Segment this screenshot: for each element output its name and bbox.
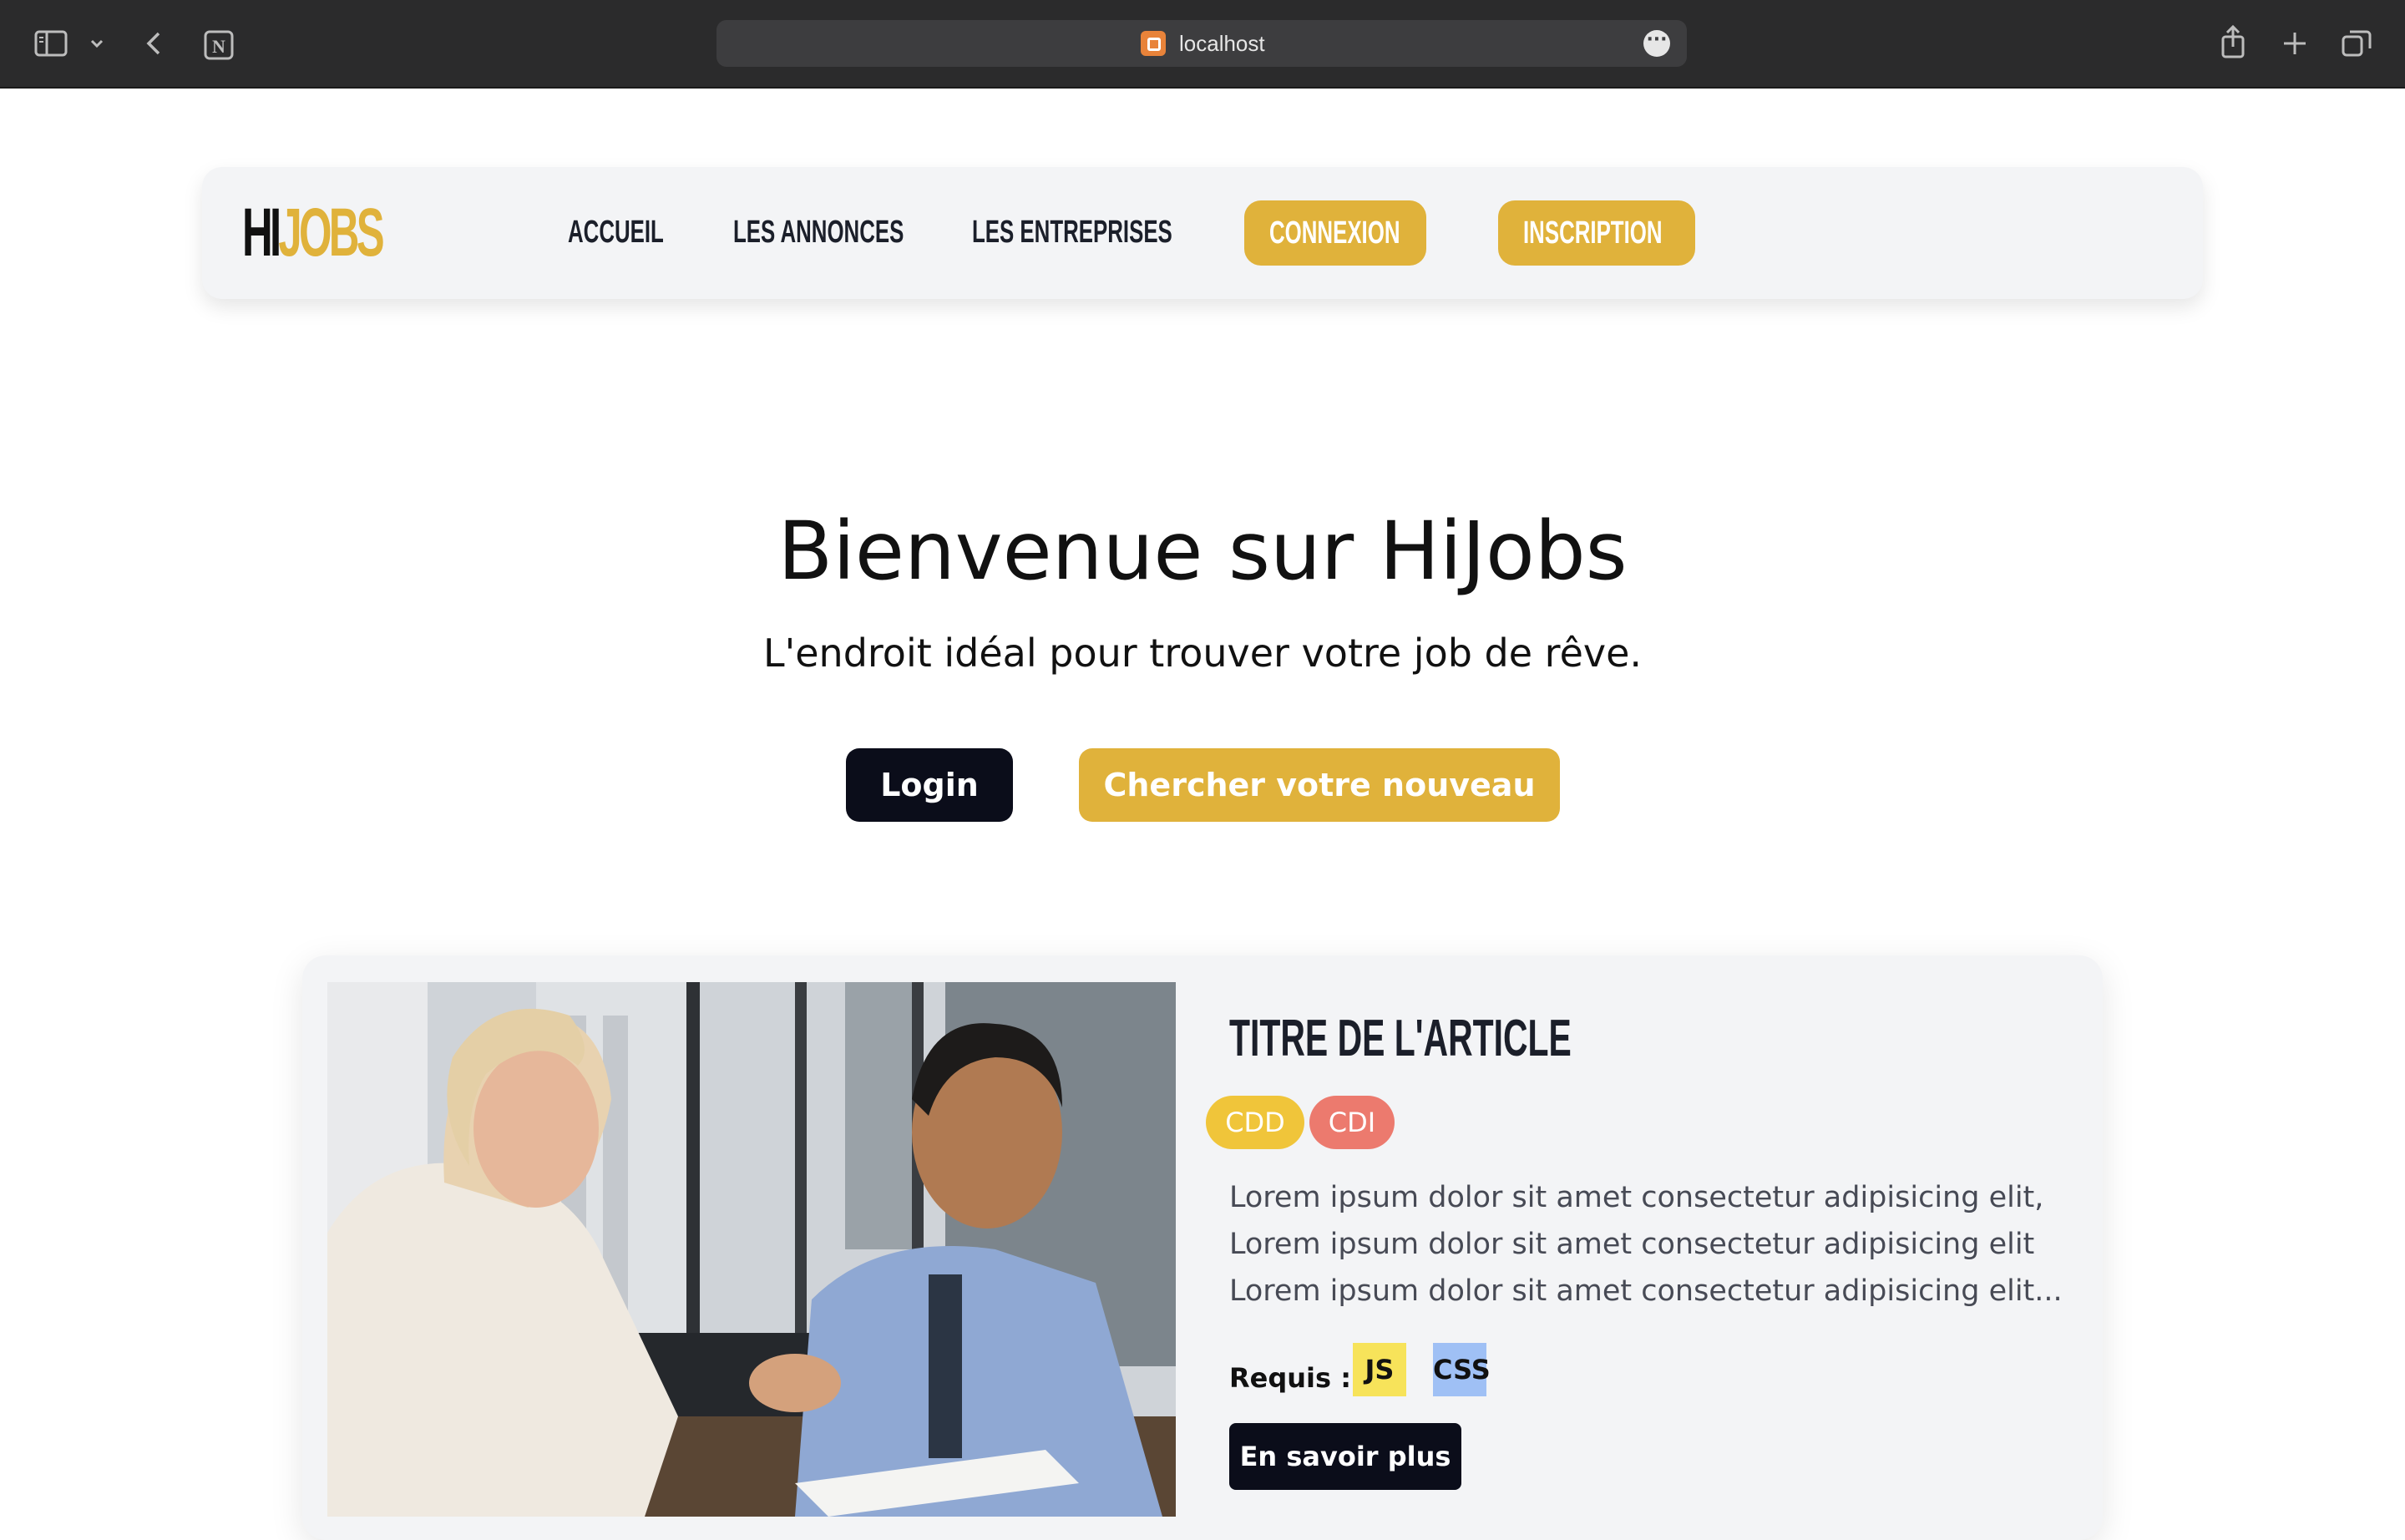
connexion-button[interactable]: CONNEXION (1244, 200, 1426, 266)
svg-text:N: N (212, 36, 225, 57)
inscription-button[interactable]: INSCRIPTION (1498, 200, 1695, 266)
new-tab-icon[interactable] (2280, 28, 2310, 58)
article-image (327, 982, 1176, 1517)
hero-title: Bienvenue sur HiJobs (777, 504, 1628, 598)
skill-badge-js: JS (1353, 1343, 1406, 1396)
login-button[interactable]: Login (846, 748, 1013, 822)
browser-toolbar: N localhost ··· (0, 0, 2405, 89)
article-card: TITRE DE L'ARTICLE CDD CDI Lorem ipsum d… (302, 955, 2103, 1540)
url-text: localhost (1179, 31, 1265, 56)
nav-link-entreprises[interactable]: LES ENTREPRISES (972, 210, 1172, 254)
requirements-label: Requis : (1229, 1362, 1351, 1394)
connexion-label: CONNEXION (1269, 215, 1400, 251)
skill-badge-css: CSS (1433, 1343, 1491, 1396)
tag-cdd: CDD (1206, 1096, 1304, 1149)
nav-link-accueil[interactable]: ACCUEIL (568, 210, 664, 254)
site-logo[interactable]: HIJOBS (242, 195, 385, 271)
share-icon[interactable] (2218, 23, 2248, 58)
sidebar-toggle-icon[interactable] (33, 28, 70, 58)
site-navbar: HIJOBS ACCUEIL LES ANNONCES LES ENTREPRI… (202, 167, 2203, 299)
back-icon[interactable] (142, 28, 165, 58)
site-favicon-icon (1141, 31, 1166, 56)
nav-link-annonces[interactable]: LES ANNONCES (733, 210, 904, 254)
read-more-button[interactable]: En savoir plus (1229, 1423, 1461, 1490)
tag-cdi: CDI (1309, 1096, 1395, 1149)
more-options-icon[interactable]: ··· (1643, 30, 1670, 57)
chevron-down-icon[interactable] (87, 28, 107, 58)
article-title: TITRE DE L'ARTICLE (1229, 1010, 1572, 1067)
article-description: Lorem ipsum dolor sit amet consectetur a… (1229, 1181, 2063, 1308)
tab-overview-icon[interactable] (2340, 28, 2373, 58)
hero-subtitle: L'endroit idéal pour trouver votre job d… (762, 631, 1643, 676)
inscription-label: INSCRIPTION (1523, 215, 1663, 251)
address-bar[interactable]: localhost ··· (716, 20, 1687, 67)
logo-part-hi: HI (242, 195, 281, 271)
notion-icon[interactable]: N (202, 28, 235, 60)
search-job-button[interactable]: Chercher votre nouveau job (1079, 748, 1560, 877)
logo-part-jobs: JOBS (278, 195, 384, 271)
